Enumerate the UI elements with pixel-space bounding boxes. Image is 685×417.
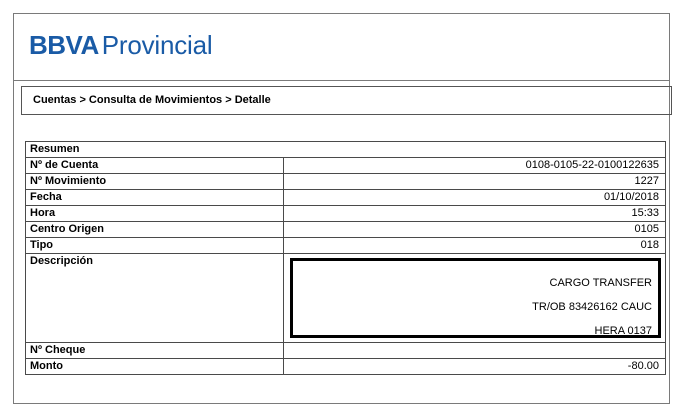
account-number-label: Nº de Cuenta bbox=[25, 157, 284, 174]
table-row: Centro Origen 0105 bbox=[25, 221, 666, 238]
logo-bbva-text: BBVA bbox=[29, 30, 99, 60]
time-label: Hora bbox=[25, 205, 284, 222]
description-box: CARGO TRANSFER TR/OB 83426162 CAUC HERA … bbox=[290, 258, 661, 338]
origin-center-value: 0105 bbox=[283, 221, 666, 238]
origin-center-label: Centro Origen bbox=[25, 221, 284, 238]
detail-panel: BBVA Provincial Cuentas > Consulta de Mov… bbox=[13, 13, 672, 404]
description-line: HERA 0137 bbox=[594, 325, 652, 337]
account-number-value: 0108-0105-22-0100122635 bbox=[283, 157, 666, 174]
description-cell: CARGO TRANSFER TR/OB 83426162 CAUC HERA … bbox=[283, 253, 666, 343]
table-row: Nº de Cuenta 0108-0105-22-0100122635 bbox=[25, 157, 666, 174]
table-row: Hora 15:33 bbox=[25, 205, 666, 222]
table-row: Nº Cheque bbox=[25, 342, 666, 359]
type-value: 018 bbox=[283, 237, 666, 254]
movement-number-label: Nº Movimiento bbox=[25, 173, 284, 190]
breadcrumb: Cuentas > Consulta de Movimientos > Deta… bbox=[21, 86, 672, 115]
table-header-row: Resumen bbox=[25, 141, 666, 158]
movement-detail-table: Resumen Nº de Cuenta 0108-0105-22-010012… bbox=[25, 141, 666, 375]
cheque-number-label: Nº Cheque bbox=[25, 342, 284, 359]
table-row: Tipo 018 bbox=[25, 237, 666, 254]
table-row: Fecha 01/10/2018 bbox=[25, 189, 666, 206]
date-label: Fecha bbox=[25, 189, 284, 206]
logo-provincial-text: Provincial bbox=[101, 30, 213, 60]
summary-heading: Resumen bbox=[25, 141, 666, 158]
table-row: Nº Movimiento 1227 bbox=[25, 173, 666, 190]
bbva-provincial-logo: BBVA Provincial bbox=[29, 30, 213, 60]
description-line: CARGO TRANSFER bbox=[549, 277, 652, 289]
amount-label: Monto bbox=[25, 358, 284, 375]
description-label: Descripción bbox=[25, 253, 284, 343]
cheque-number-value bbox=[283, 342, 666, 359]
table-row: Monto -80.00 bbox=[25, 358, 666, 375]
type-label: Tipo bbox=[25, 237, 284, 254]
table-row: Descripción CARGO TRANSFER TR/OB 8342616… bbox=[25, 253, 666, 343]
amount-value: -80.00 bbox=[283, 358, 666, 375]
description-line: TR/OB 83426162 CAUC bbox=[532, 301, 652, 313]
header-divider bbox=[13, 80, 670, 81]
date-value: 01/10/2018 bbox=[283, 189, 666, 206]
movement-number-value: 1227 bbox=[283, 173, 666, 190]
time-value: 15:33 bbox=[283, 205, 666, 222]
